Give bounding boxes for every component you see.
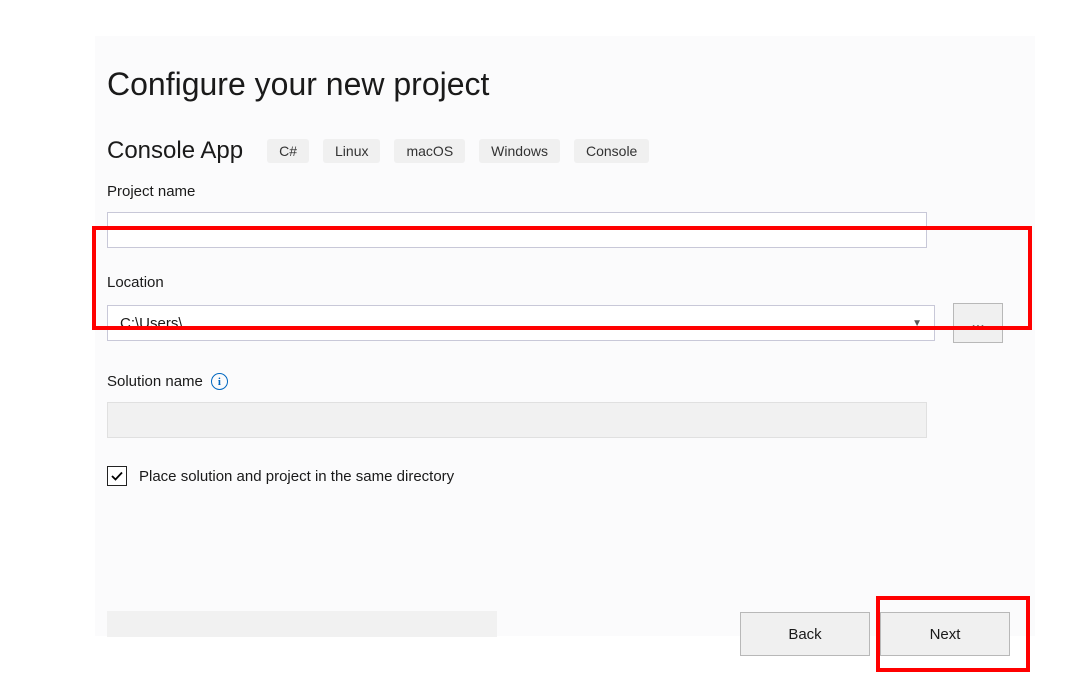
- template-tag: Linux: [323, 139, 380, 163]
- next-button[interactable]: Next: [880, 612, 1010, 656]
- location-label: Location: [107, 274, 1035, 291]
- browse-button[interactable]: ...: [953, 303, 1003, 343]
- same-directory-label: Place solution and project in the same d…: [139, 468, 454, 485]
- info-icon[interactable]: i: [211, 373, 228, 390]
- template-tag: macOS: [394, 139, 465, 163]
- solution-name-label: Solution name: [107, 373, 203, 390]
- template-tag: C#: [267, 139, 309, 163]
- solution-name-input: [107, 402, 927, 438]
- chevron-down-icon: ▼: [912, 318, 922, 329]
- back-button[interactable]: Back: [740, 612, 870, 656]
- template-tag: Windows: [479, 139, 560, 163]
- location-block: Location C:\Users\... ▼ ...: [95, 274, 1035, 343]
- project-name-block: Project name: [95, 183, 1035, 248]
- template-row: Console App C# Linux macOS Windows Conso…: [107, 137, 1035, 165]
- check-icon: [110, 469, 124, 483]
- template-tag: Console: [574, 139, 649, 163]
- same-directory-checkbox[interactable]: [107, 466, 127, 486]
- page-title: Configure your new project: [107, 66, 1035, 103]
- configure-project-panel: Configure your new project Console App C…: [95, 36, 1035, 636]
- project-name-input[interactable]: [107, 212, 927, 248]
- footer-shade: [107, 611, 497, 637]
- project-name-label: Project name: [107, 183, 1035, 200]
- nav-button-row: Back Next: [740, 612, 1010, 656]
- location-value: C:\Users\...: [120, 315, 195, 332]
- location-combobox[interactable]: C:\Users\... ▼: [107, 305, 935, 341]
- solution-name-block: Solution name i: [95, 373, 1035, 438]
- same-directory-checkbox-row: Place solution and project in the same d…: [95, 466, 1035, 486]
- template-name: Console App: [107, 137, 243, 165]
